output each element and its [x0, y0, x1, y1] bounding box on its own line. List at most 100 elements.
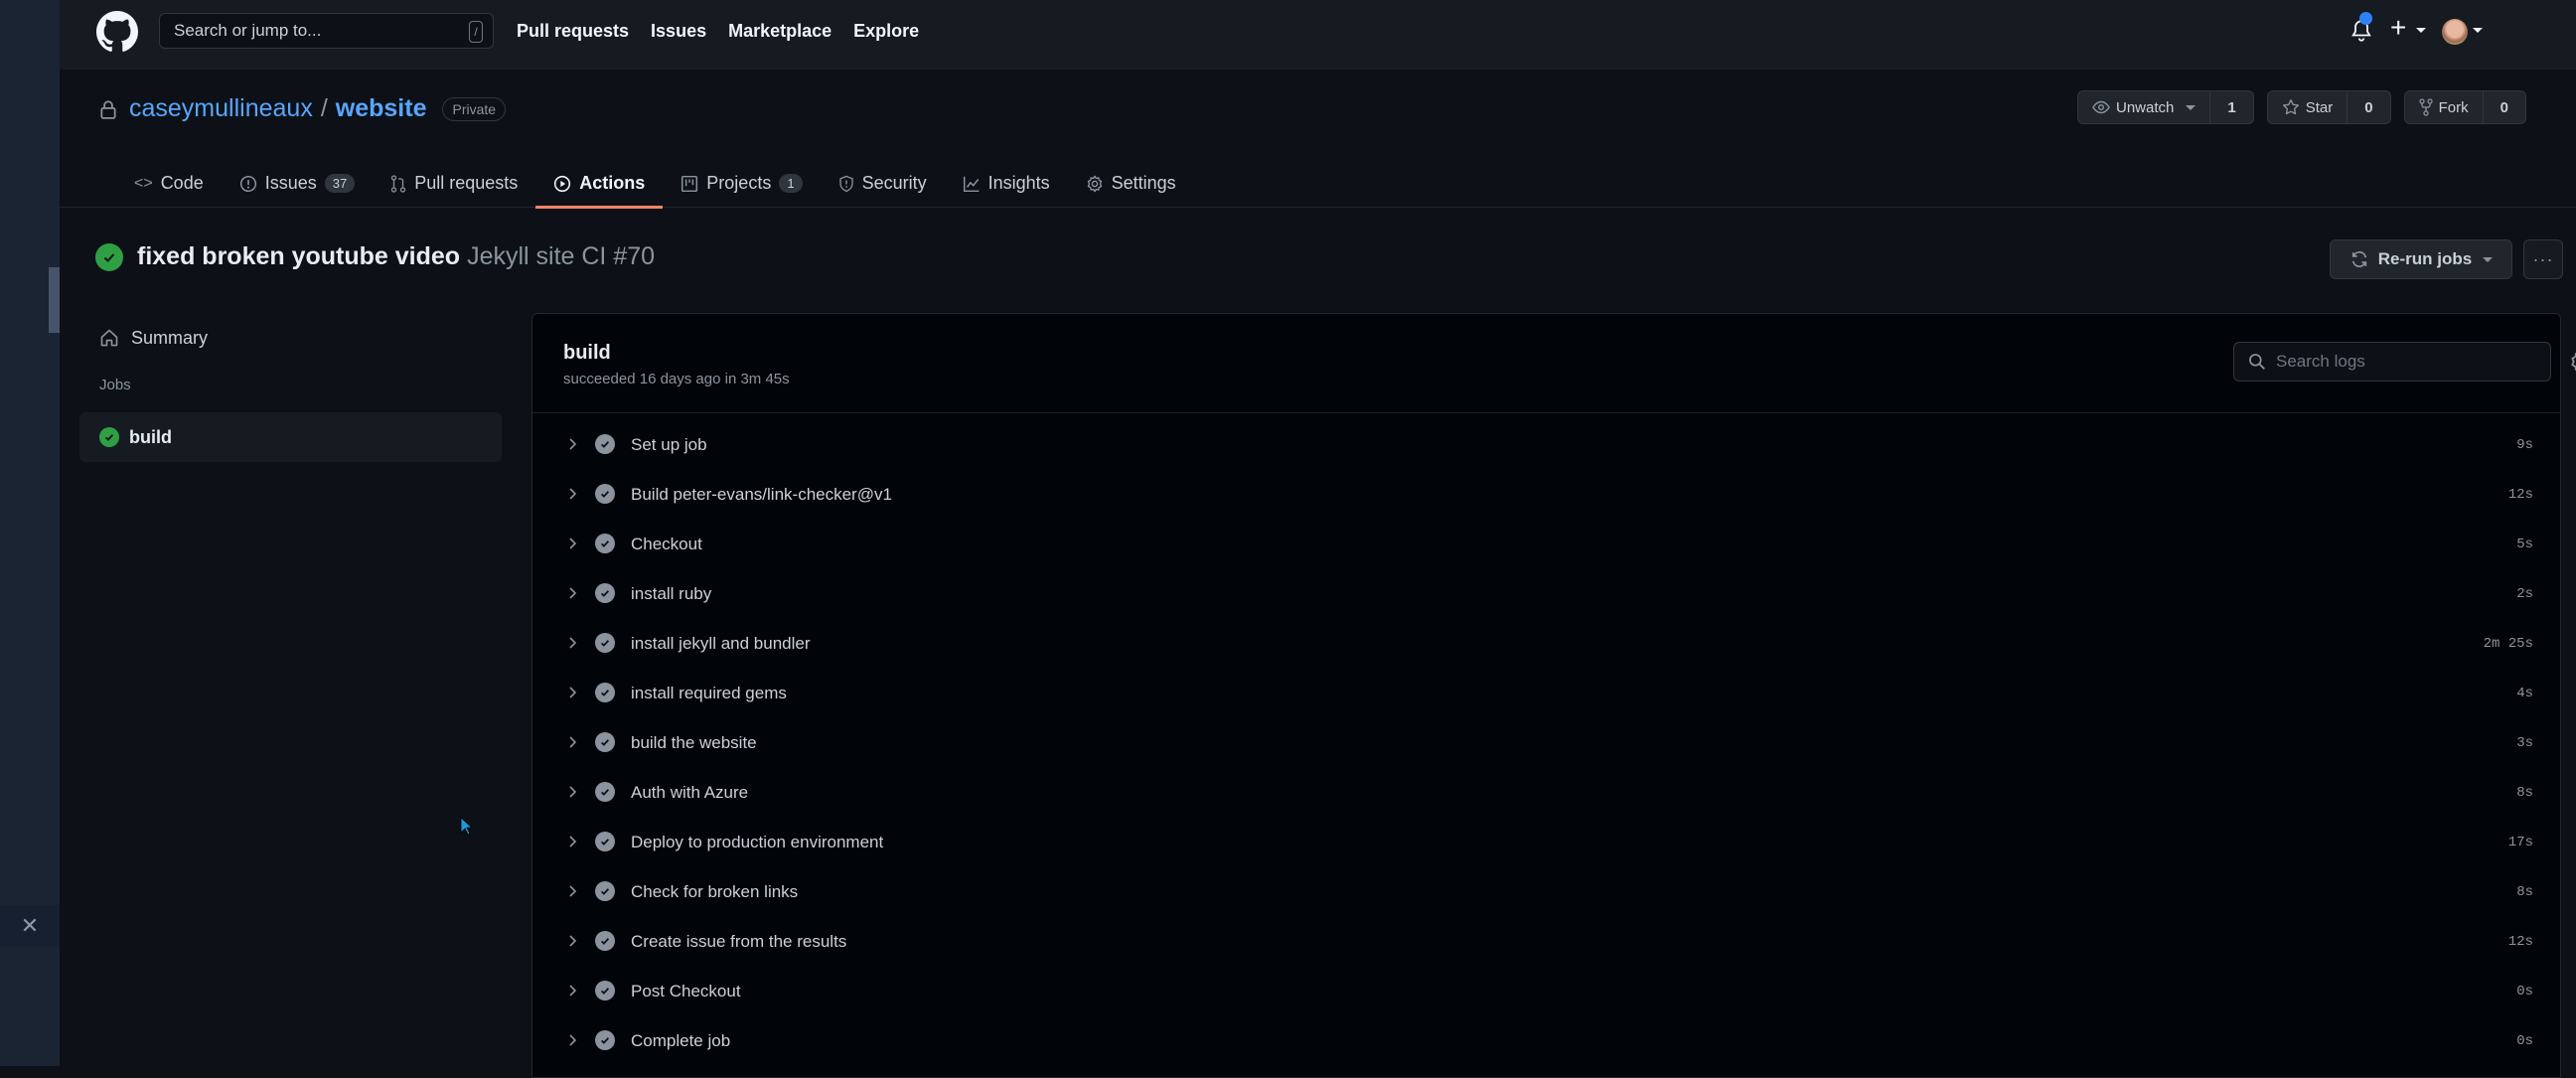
- tab-security[interactable]: Security: [821, 159, 945, 208]
- star-button[interactable]: Star: [2268, 91, 2348, 123]
- step-success-check-icon: [595, 633, 615, 653]
- unwatch-button[interactable]: Unwatch: [2078, 91, 2209, 123]
- job-step-row[interactable]: install ruby 2s: [532, 569, 2560, 619]
- job-step-row[interactable]: build the website 3s: [532, 718, 2560, 768]
- job-step-row[interactable]: Create issue from the results 12s: [532, 917, 2560, 967]
- tab-projects[interactable]: Projects 1: [663, 159, 820, 208]
- tab-actions[interactable]: Actions: [535, 159, 664, 209]
- chevron-right-icon[interactable]: [566, 1030, 580, 1050]
- watchers-count[interactable]: 1: [2209, 91, 2252, 123]
- create-new-caret-icon[interactable]: [2416, 28, 2426, 33]
- job-step-row[interactable]: Auth with Azure 8s: [532, 768, 2560, 818]
- sidebar-item-summary[interactable]: Summary: [79, 313, 502, 363]
- rerun-jobs-button[interactable]: Re-run jobs: [2330, 239, 2512, 279]
- global-search-input[interactable]: Search or jump to... /: [159, 13, 494, 49]
- step-success-check-icon: [595, 732, 615, 752]
- search-placeholder: Search or jump to...: [174, 21, 322, 40]
- chevron-right-icon[interactable]: [566, 881, 580, 901]
- chevron-right-icon[interactable]: [566, 981, 580, 1001]
- code-icon: <>: [134, 174, 153, 192]
- scrollbar-thumb[interactable]: [49, 267, 60, 333]
- chevron-right-icon[interactable]: [566, 832, 580, 851]
- tab-label: Insights: [987, 173, 1050, 193]
- step-duration: 0s: [2516, 984, 2533, 1000]
- stars-count[interactable]: 0: [2347, 91, 2389, 123]
- job-step-row[interactable]: Deploy to production environment 17s: [532, 818, 2560, 867]
- repo-owner-link[interactable]: caseymullineaux: [129, 94, 313, 123]
- log-settings-gear-icon[interactable]: [2569, 350, 2576, 374]
- search-shortcut-hint: /: [469, 21, 483, 43]
- repo-header: caseymullineaux / website Private Unwatc…: [60, 70, 2576, 209]
- mouse-cursor-icon: [460, 817, 474, 836]
- step-success-check-icon: [595, 881, 615, 901]
- nav-issues[interactable]: Issues: [651, 21, 706, 42]
- step-name: Checkout: [631, 535, 702, 553]
- job-step-row[interactable]: Set up job 9s: [532, 420, 2560, 470]
- step-name: Deploy to production environment: [631, 833, 884, 851]
- step-duration: 12s: [2507, 487, 2533, 503]
- tab-label: Projects: [706, 173, 772, 193]
- chevron-right-icon[interactable]: [566, 683, 580, 702]
- user-menu-caret-icon[interactable]: [2473, 28, 2483, 33]
- chevron-right-icon[interactable]: [566, 484, 580, 504]
- forks-count[interactable]: 0: [2482, 91, 2525, 123]
- search-logs-input[interactable]: [2276, 352, 2534, 372]
- step-name: Create issue from the results: [631, 932, 847, 951]
- chevron-right-icon[interactable]: [566, 931, 580, 951]
- visibility-badge: Private: [442, 96, 507, 121]
- search-icon: [2249, 354, 2265, 370]
- repo-title: caseymullineaux / website Private: [99, 94, 507, 123]
- success-check-icon: [99, 427, 119, 447]
- graph-icon: [963, 176, 979, 192]
- run-title: fixed broken youtube video Jekyll site C…: [95, 242, 655, 271]
- nav-pull-requests[interactable]: Pull requests: [517, 21, 629, 42]
- nav-explore[interactable]: Explore: [853, 21, 919, 42]
- user-avatar[interactable]: [2442, 19, 2468, 45]
- commit-message: fixed broken youtube video: [137, 242, 461, 270]
- job-step-row[interactable]: install required gems 4s: [532, 669, 2560, 718]
- chevron-right-icon[interactable]: [566, 782, 580, 802]
- search-logs-field[interactable]: [2233, 342, 2551, 382]
- step-success-check-icon: [595, 832, 615, 851]
- chevron-right-icon[interactable]: [566, 434, 580, 454]
- tab-settings[interactable]: Settings: [1068, 159, 1194, 208]
- chevron-right-icon[interactable]: [566, 633, 580, 653]
- close-button[interactable]: ✕: [0, 905, 60, 947]
- step-name: install ruby: [631, 584, 712, 603]
- gear-icon: [1087, 175, 1102, 192]
- project-icon: [682, 175, 698, 192]
- tab-pull-requests[interactable]: Pull requests: [373, 159, 535, 208]
- tab-insights[interactable]: Insights: [945, 159, 1068, 208]
- tab-issues[interactable]: Issues 37: [222, 159, 374, 208]
- job-step-row[interactable]: Checkout 5s: [532, 520, 2560, 569]
- job-step-row[interactable]: Build peter-evans/link-checker@v1 12s: [532, 470, 2560, 520]
- page: Search or jump to... / Pull requests Iss…: [60, 0, 2576, 1078]
- create-new-plus-icon[interactable]: +: [2390, 14, 2406, 42]
- lock-icon: [100, 99, 116, 119]
- chevron-right-icon[interactable]: [566, 534, 580, 553]
- star-label: Star: [2305, 98, 2334, 116]
- step-name: build the website: [631, 733, 757, 752]
- more-options-button[interactable]: ···: [2523, 239, 2563, 279]
- repo-name-link[interactable]: website: [336, 94, 427, 123]
- job-step-row[interactable]: Check for broken links 8s: [532, 867, 2560, 917]
- jobs-heading: Jobs: [99, 377, 131, 393]
- tab-code[interactable]: <> Code: [116, 159, 222, 208]
- step-duration: 3s: [2516, 735, 2533, 751]
- job-step-row[interactable]: Post Checkout 0s: [532, 967, 2560, 1016]
- fork-label: Fork: [2438, 98, 2469, 116]
- step-success-check-icon: [595, 534, 615, 553]
- chevron-right-icon[interactable]: [566, 732, 580, 752]
- rerun-caret-icon: [2483, 256, 2494, 262]
- tab-label: Security: [861, 173, 927, 193]
- fork-button[interactable]: Fork: [2405, 91, 2483, 123]
- nav-marketplace[interactable]: Marketplace: [728, 21, 832, 42]
- projects-count-badge: 1: [779, 174, 803, 193]
- github-logo-icon[interactable]: [96, 11, 138, 53]
- chevron-right-icon[interactable]: [566, 583, 580, 603]
- job-step-row[interactable]: Complete job 0s: [532, 1016, 2560, 1066]
- step-duration: 8s: [2516, 884, 2533, 900]
- job-step-row[interactable]: install jekyll and bundler 2m 25s: [532, 619, 2560, 669]
- sidebar-job-build[interactable]: build: [79, 412, 502, 462]
- repo-actions: Unwatch 1 Star 0 Fork 0: [2077, 90, 2526, 124]
